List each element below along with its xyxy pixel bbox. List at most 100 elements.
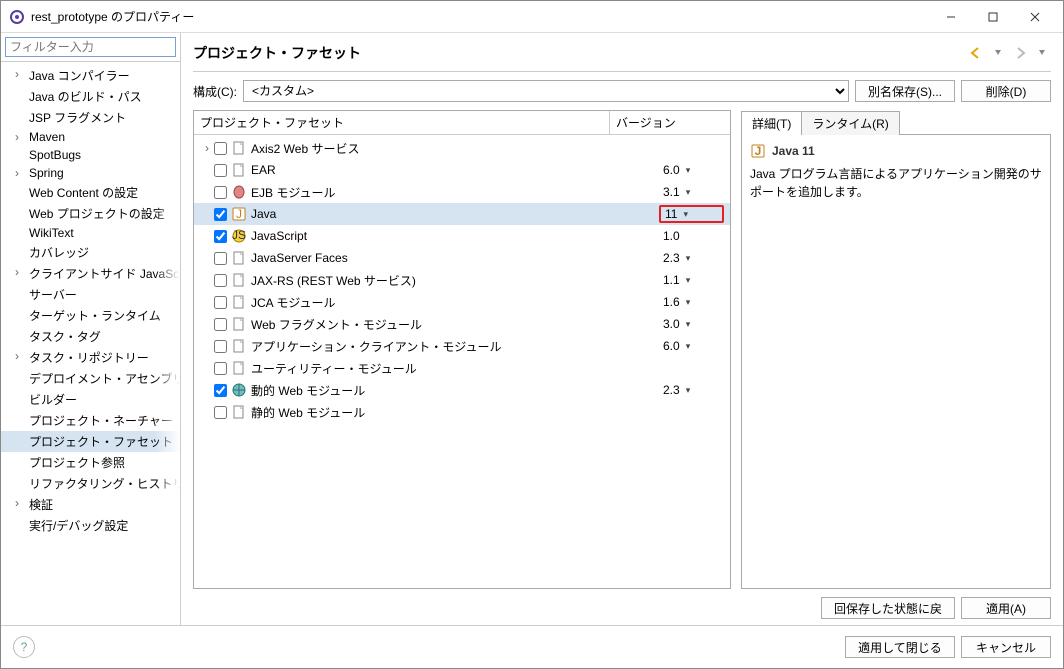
facet-name: JCA モジュール (251, 294, 659, 311)
facet-row[interactable]: 静的 Web モジュール (194, 401, 730, 423)
facet-icon (231, 382, 247, 398)
sidebar-item[interactable]: JSP フラグメント (1, 107, 180, 128)
facet-checkbox[interactable] (214, 340, 227, 353)
facet-col-name[interactable]: プロジェクト・ファセット (194, 111, 610, 134)
facet-icon (231, 316, 247, 332)
facet-version[interactable]: 2.3▾ (659, 383, 724, 397)
filter-input[interactable] (5, 37, 176, 57)
facet-icon (231, 360, 247, 376)
nav-back-menu-icon[interactable] (989, 44, 1007, 62)
sidebar-item[interactable]: Java コンパイラー (1, 65, 180, 86)
details-panel: J Java 11 Java プログラム言語によるアプリケーション開発のサポート… (741, 134, 1051, 589)
sidebar-item[interactable]: Spring (1, 164, 180, 182)
facet-list[interactable]: ›Axis2 Web サービスEAR6.0▾EJB モジュール3.1▾JJava… (194, 135, 730, 588)
sidebar-item[interactable]: SpotBugs (1, 146, 180, 164)
chevron-down-icon: ▾ (686, 253, 691, 264)
facet-row[interactable]: Web フラグメント・モジュール3.0▾ (194, 313, 730, 335)
facet-row[interactable]: JSJavaScript1.0 (194, 225, 730, 247)
tab-runtime[interactable]: ランタイム(R) (801, 111, 899, 135)
sidebar-item[interactable]: Java のビルド・パス (1, 86, 180, 107)
sidebar-item[interactable]: プロジェクト・ネーチャー (1, 410, 180, 431)
facet-icon (231, 162, 247, 178)
facet-row[interactable]: JJava11▾ (194, 203, 730, 225)
chevron-down-icon: ▾ (686, 165, 691, 176)
apply-close-button[interactable]: 適用して閉じる (845, 636, 955, 658)
sidebar-item[interactable]: ターゲット・ランタイム (1, 305, 180, 326)
sidebar-item[interactable]: カバレッジ (1, 242, 180, 263)
sidebar-item[interactable]: 検証 (1, 494, 180, 515)
facet-version[interactable]: 1.1▾ (659, 273, 724, 287)
tab-details[interactable]: 詳細(T) (741, 111, 802, 135)
facet-checkbox[interactable] (214, 142, 227, 155)
maximize-button[interactable] (973, 3, 1013, 31)
facet-version[interactable]: 1.6▾ (659, 295, 724, 309)
chevron-down-icon: ▾ (686, 187, 691, 198)
facet-checkbox[interactable] (214, 252, 227, 265)
facet-row[interactable]: EAR6.0▾ (194, 159, 730, 181)
facet-version[interactable]: 6.0▾ (659, 339, 724, 353)
sidebar-item[interactable]: タスク・リポジトリー (1, 347, 180, 368)
facet-icon (231, 272, 247, 288)
sidebar: Java コンパイラーJava のビルド・パスJSP フラグメントMavenSp… (1, 33, 181, 625)
sidebar-item[interactable]: サーバー (1, 284, 180, 305)
sidebar-item[interactable]: ビルダー (1, 389, 180, 410)
facet-checkbox[interactable] (214, 362, 227, 375)
sidebar-item[interactable]: クライアントサイド JavaScript (1, 263, 180, 284)
facet-checkbox[interactable] (214, 208, 227, 221)
facet-checkbox[interactable] (214, 230, 227, 243)
help-icon[interactable]: ? (13, 636, 35, 658)
facet-row[interactable]: EJB モジュール3.1▾ (194, 181, 730, 203)
window-title: rest_prototype のプロパティー (31, 8, 931, 25)
apply-button[interactable]: 適用(A) (961, 597, 1051, 619)
nav-back-icon[interactable] (967, 44, 985, 62)
facet-version[interactable]: 6.0▾ (659, 163, 724, 177)
facet-row[interactable]: 動的 Web モジュール2.3▾ (194, 379, 730, 401)
java-icon: J (750, 143, 766, 159)
chevron-down-icon: ▾ (686, 297, 691, 308)
facet-row[interactable]: ユーティリティー・モジュール (194, 357, 730, 379)
sidebar-item[interactable]: Web プロジェクトの設定 (1, 203, 180, 224)
save-as-button[interactable]: 別名保存(S)... (855, 80, 955, 102)
sidebar-item[interactable]: リファクタリング・ヒストリー (1, 473, 180, 494)
category-tree[interactable]: Java コンパイラーJava のビルド・パスJSP フラグメントMavenSp… (1, 62, 180, 625)
sidebar-item[interactable]: デプロイメント・アセンブリー (1, 368, 180, 389)
facet-row[interactable]: アプリケーション・クライアント・モジュール6.0▾ (194, 335, 730, 357)
chevron-down-icon: ▾ (686, 275, 691, 286)
facet-checkbox[interactable] (214, 296, 227, 309)
facet-row[interactable]: JavaServer Faces2.3▾ (194, 247, 730, 269)
minimize-button[interactable] (931, 3, 971, 31)
facet-row[interactable]: ›Axis2 Web サービス (194, 137, 730, 159)
config-select[interactable]: <カスタム> (243, 80, 849, 102)
facet-version[interactable]: 11▾ (659, 205, 724, 223)
facet-version[interactable]: 3.0▾ (659, 317, 724, 331)
sidebar-item[interactable]: プロジェクト参照 (1, 452, 180, 473)
facet-checkbox[interactable] (214, 164, 227, 177)
delete-button[interactable]: 削除(D) (961, 80, 1051, 102)
sidebar-item[interactable]: 実行/デバッグ設定 (1, 515, 180, 536)
sidebar-item[interactable]: Web Content の設定 (1, 182, 180, 203)
facet-checkbox[interactable] (214, 384, 227, 397)
nav-fwd-menu-icon[interactable] (1033, 44, 1051, 62)
svg-text:J: J (236, 207, 242, 221)
chevron-down-icon: ▾ (683, 209, 688, 220)
facet-checkbox[interactable] (214, 274, 227, 287)
facet-checkbox[interactable] (214, 406, 227, 419)
restore-defaults-button[interactable]: 回保存した状態に戻 (821, 597, 955, 619)
sidebar-item[interactable]: タスク・タグ (1, 326, 180, 347)
facet-col-version[interactable]: バージョン (610, 111, 730, 134)
expand-icon[interactable]: › (200, 141, 214, 155)
cancel-button[interactable]: キャンセル (961, 636, 1051, 658)
nav-fwd-icon[interactable] (1011, 44, 1029, 62)
facet-checkbox[interactable] (214, 186, 227, 199)
facet-version[interactable]: 2.3▾ (659, 251, 724, 265)
facet-row[interactable]: JAX-RS (REST Web サービス)1.1▾ (194, 269, 730, 291)
chevron-down-icon: ▾ (686, 341, 691, 352)
facet-checkbox[interactable] (214, 318, 227, 331)
facet-icon (231, 140, 247, 156)
facet-row[interactable]: JCA モジュール1.6▾ (194, 291, 730, 313)
sidebar-item[interactable]: WikiText (1, 224, 180, 242)
sidebar-item[interactable]: Maven (1, 128, 180, 146)
facet-version[interactable]: 3.1▾ (659, 185, 724, 199)
close-button[interactable] (1015, 3, 1055, 31)
sidebar-item[interactable]: プロジェクト・ファセット (1, 431, 180, 452)
